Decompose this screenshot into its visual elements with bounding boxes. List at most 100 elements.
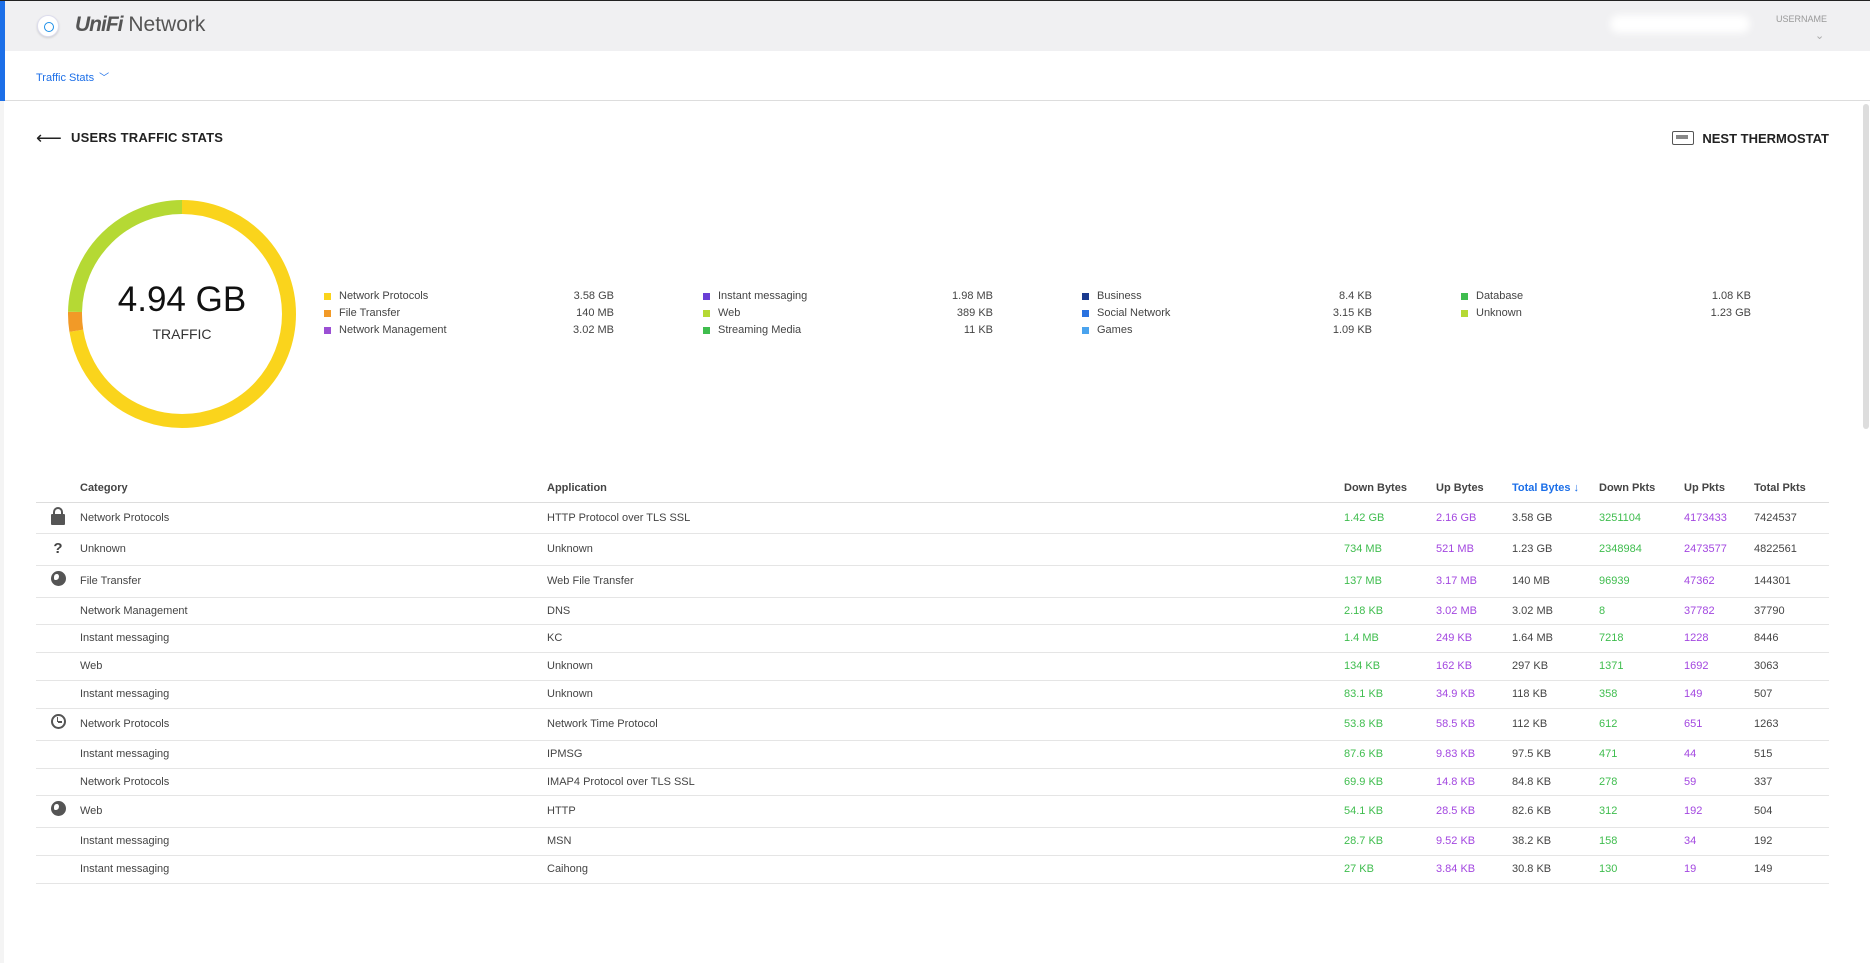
down-bytes-cell: 2.18 KB	[1344, 597, 1436, 625]
legend-item[interactable]: File Transfer 140 MB	[324, 307, 614, 324]
table-row[interactable]: Network Protocols Network Time Protocol 53…	[36, 708, 1829, 741]
table-row[interactable]: Instant messaging IPMSG 87.6 KB 9.83 KB 97.5…	[36, 740, 1829, 769]
total-bytes-cell: 1.64 MB	[1512, 624, 1599, 653]
total-bytes-cell: 38.2 KB	[1512, 827, 1599, 856]
row-icon-cell	[36, 855, 80, 884]
legend-item[interactable]: Network Protocols 3.58 GB	[324, 290, 614, 307]
row-icon-cell	[36, 652, 80, 681]
globe-icon	[50, 801, 66, 816]
up-pkts-cell: 4173433	[1684, 502, 1754, 534]
chevron-down-icon[interactable]: ⌄	[1815, 29, 1824, 42]
up-bytes-cell: 249 KB	[1436, 624, 1512, 653]
down-pkts-cell: 130	[1599, 855, 1684, 884]
down-pkts-cell: 96939	[1599, 565, 1684, 598]
application-cell: Caihong	[547, 855, 1344, 884]
back-arrow-icon[interactable]: ⟵	[36, 128, 62, 148]
category-header[interactable]: Category	[80, 474, 547, 503]
total-pkts-cell: 515	[1754, 740, 1829, 769]
total-pkts-cell: 504	[1754, 795, 1829, 828]
legend-value: 8.4 KB	[1338, 290, 1372, 302]
table-row[interactable]: File Transfer Web File Transfer 137 MB 3.17…	[36, 565, 1829, 598]
legend-value: 389 KB	[956, 307, 993, 319]
globe-icon	[50, 571, 66, 586]
table-row[interactable]: Instant messaging Unknown 83.1 KB 34.9 KB 11…	[36, 680, 1829, 709]
category-cell: Instant messaging	[80, 827, 547, 856]
up-pkts-cell: 44	[1684, 740, 1754, 769]
unifi-logo-icon[interactable]	[37, 15, 59, 37]
legend-label: Web	[718, 307, 741, 319]
legend-item[interactable]: Streaming Media 11 KB	[703, 324, 993, 341]
application-cell: IMAP4 Protocol over TLS SSL	[547, 768, 1344, 796]
down-bytes-cell: 734 MB	[1344, 533, 1436, 566]
total-pkts-header[interactable]: Total Pkts	[1754, 474, 1829, 503]
legend-column: Business 8.4 KB Social Network 3.15 KB Games…	[1082, 290, 1372, 341]
brand-title[interactable]: UniFi Network	[75, 13, 205, 37]
up-bytes-cell: 162 KB	[1436, 652, 1512, 681]
legend-item[interactable]: Network Management 3.02 MB	[324, 324, 614, 341]
table-row[interactable]: Web Unknown 134 KB 162 KB 297 KB 1371 1692 3063	[36, 652, 1829, 681]
down-pkts-cell: 7218	[1599, 624, 1684, 653]
legend-swatch	[1461, 293, 1468, 300]
table-row[interactable]: Instant messaging Caihong 27 KB 3.84 KB 30.8…	[36, 855, 1829, 884]
down-bytes-cell: 27 KB	[1344, 855, 1436, 884]
table-row[interactable]: Network Protocols HTTP Protocol over TLS …	[36, 502, 1829, 534]
legend-item[interactable]: Unknown 1.23 GB	[1461, 307, 1751, 324]
row-icon-cell	[36, 795, 80, 828]
legend-item[interactable]: Instant messaging 1.98 MB	[703, 290, 993, 307]
category-cell: Web	[80, 795, 547, 828]
down-bytes-header[interactable]: Down Bytes	[1344, 474, 1436, 503]
total-pkts-cell: 7424537	[1754, 502, 1829, 534]
down-bytes-cell: 28.7 KB	[1344, 827, 1436, 856]
legend-item[interactable]: Database 1.08 KB	[1461, 290, 1751, 307]
legend-item[interactable]: Web 389 KB	[703, 307, 993, 324]
legend-label: Social Network	[1097, 307, 1171, 319]
up-pkts-cell: 59	[1684, 768, 1754, 796]
application-cell: IPMSG	[547, 740, 1344, 769]
scrollbar[interactable]	[1863, 104, 1869, 429]
application-cell: Unknown	[547, 652, 1344, 681]
category-cell: Instant messaging	[80, 624, 547, 653]
total-bytes-cell: 297 KB	[1512, 652, 1599, 681]
brand-name: Network	[128, 13, 206, 36]
lock-icon	[51, 506, 65, 525]
table-row[interactable]: ? Unknown Unknown 734 MB 521 MB 1.23 GB 234898…	[36, 533, 1829, 566]
up-bytes-header[interactable]: Up Bytes	[1436, 474, 1512, 503]
up-pkts-cell: 34	[1684, 827, 1754, 856]
category-cell: File Transfer	[80, 565, 547, 598]
username-label[interactable]: USERNAME	[1776, 14, 1827, 24]
down-bytes-cell: 1.42 GB	[1344, 502, 1436, 534]
redacted-user-block	[1610, 15, 1750, 33]
table-row[interactable]: Instant messaging MSN 28.7 KB 9.52 KB 38.2 K…	[36, 827, 1829, 856]
table-row[interactable]: Network Protocols IMAP4 Protocol over TLS…	[36, 768, 1829, 796]
sub-accent-bar	[0, 51, 5, 101]
question-icon: ?	[53, 540, 63, 557]
legend-item[interactable]: Business 8.4 KB	[1082, 290, 1372, 307]
legend-label: Database	[1476, 290, 1524, 302]
down-pkts-cell: 2348984	[1599, 533, 1684, 566]
table-row[interactable]: Network Management DNS 2.18 KB 3.02 MB 3.02 …	[36, 597, 1829, 625]
down-pkts-cell: 158	[1599, 827, 1684, 856]
total-traffic-label: TRAFFIC	[152, 326, 212, 342]
total-bytes-cell: 97.5 KB	[1512, 740, 1599, 769]
legend-item[interactable]: Social Network 3.15 KB	[1082, 307, 1372, 324]
total-bytes-header[interactable]: Total Bytes ↓	[1512, 474, 1599, 503]
table-row[interactable]: Instant messaging KC 1.4 MB 249 KB 1.64 MB 72…	[36, 624, 1829, 653]
legend-item[interactable]: Games 1.09 KB	[1082, 324, 1372, 341]
down-bytes-cell: 134 KB	[1344, 652, 1436, 681]
total-bytes-cell: 30.8 KB	[1512, 855, 1599, 884]
traffic-stats-dropdown[interactable]: Traffic Stats ﹀	[36, 69, 109, 84]
application-header[interactable]: Application	[547, 474, 1344, 503]
total-bytes-header-label: Total Bytes	[1512, 481, 1571, 494]
legend-label: Streaming Media	[718, 324, 802, 336]
up-pkts-cell: 37782	[1684, 597, 1754, 625]
table-row[interactable]: Web HTTP 54.1 KB 28.5 KB 82.6 KB 312 192 504	[36, 795, 1829, 828]
legend-value: 3.15 KB	[1332, 307, 1372, 319]
up-pkts-header[interactable]: Up Pkts	[1684, 474, 1754, 503]
device-header: NEST THERMOSTAT	[1672, 131, 1829, 146]
up-pkts-cell: 651	[1684, 708, 1754, 741]
left-edge	[0, 101, 4, 963]
down-pkts-cell: 471	[1599, 740, 1684, 769]
down-pkts-header[interactable]: Down Pkts	[1599, 474, 1684, 503]
total-traffic-value: 4.94 GB	[117, 280, 247, 319]
application-cell: HTTP Protocol over TLS SSL	[547, 502, 1344, 534]
